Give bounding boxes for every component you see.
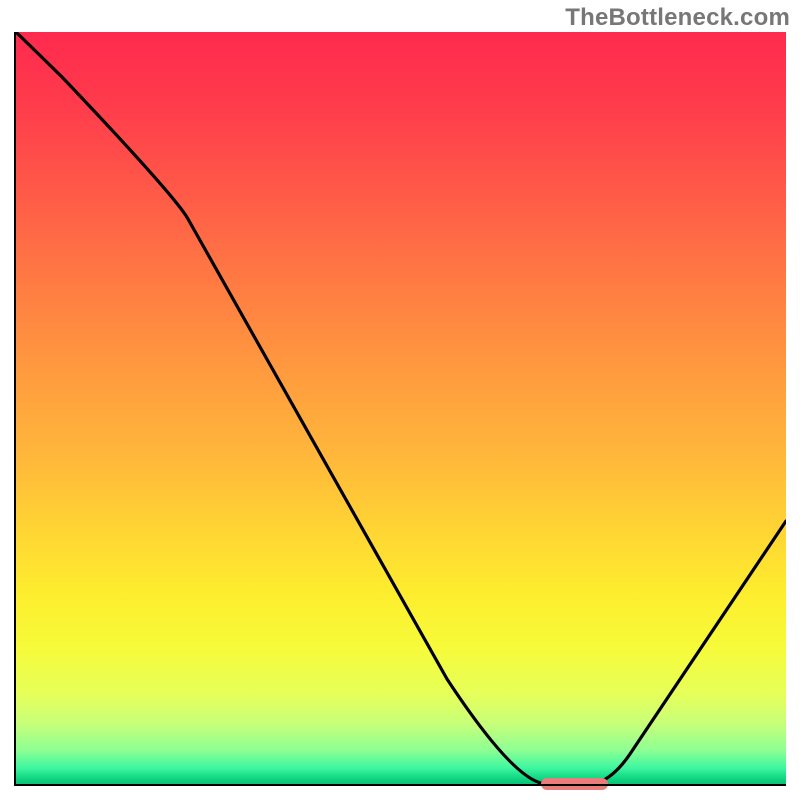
bottleneck-curve [16,32,786,784]
chart-frame: TheBottleneck.com [0,0,800,800]
plot-area [14,32,786,786]
optimal-range-marker [541,778,608,790]
watermark-text: TheBottleneck.com [565,4,790,32]
curve-path [16,32,786,784]
